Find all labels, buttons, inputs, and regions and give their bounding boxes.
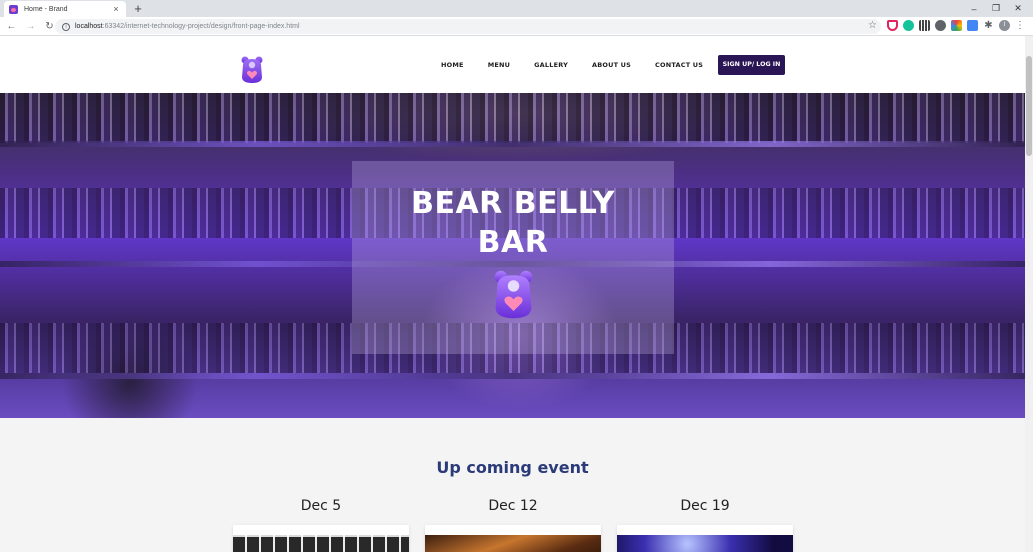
page-scrollbar[interactable]: [1025, 36, 1033, 552]
chat-extension-icon[interactable]: [967, 20, 978, 31]
bars-extension-icon[interactable]: [919, 20, 930, 31]
bear-logo-icon[interactable]: [240, 55, 264, 84]
url-host: localhost: [75, 23, 103, 30]
event-date: Dec 5: [300, 498, 342, 514]
browser-menu-icon[interactable]: ⋮: [1015, 20, 1025, 31]
hero-shelf: [0, 373, 1025, 379]
back-arrow-icon[interactable]: ←: [4, 21, 19, 32]
hero-title: BEAR BELLY BAR: [352, 184, 674, 262]
events-section-title: Up coming event: [436, 458, 589, 477]
nav-contact-us[interactable]: CONTACT US: [655, 61, 703, 69]
address-bar[interactable]: i localhost :63342/internet-technology-p…: [55, 19, 881, 34]
site-header: HOME MENU GALLERY ABOUT US CONTACT US SI…: [0, 36, 1025, 93]
event-card[interactable]: [233, 525, 409, 552]
event-date: Dec 19: [680, 498, 730, 514]
bear-logo-icon: [494, 270, 533, 319]
url-path: :63342/internet-technology-project/desig…: [102, 23, 300, 30]
tab-title: Home - Brand: [24, 5, 68, 13]
hero-shelf-bottles-top: [0, 93, 1025, 143]
new-tab-button[interactable]: +: [131, 1, 145, 16]
hero-banner: BEAR BELLY BAR: [0, 93, 1025, 418]
hero-title-line-1: BEAR BELLY: [411, 186, 615, 221]
scrollbar-thumb[interactable]: [1026, 56, 1032, 156]
event-date: Dec 12: [488, 498, 538, 514]
circle-extension-icon[interactable]: [935, 20, 946, 31]
event-image: [233, 535, 409, 552]
color-extension-icon[interactable]: [951, 20, 962, 31]
browser-tab[interactable]: Home - Brand ×: [4, 1, 126, 17]
window-controls: – ❐ ✕: [963, 0, 1029, 17]
page-viewport: HOME MENU GALLERY ABOUT US CONTACT US SI…: [0, 36, 1025, 552]
shield-extension-icon[interactable]: [887, 20, 898, 31]
nav-home[interactable]: HOME: [441, 61, 464, 69]
minimize-button[interactable]: –: [963, 4, 985, 14]
puzzle-extensions-icon[interactable]: ✱: [983, 20, 994, 31]
browser-tabstrip: Home - Brand × + – ❐ ✕: [0, 0, 1033, 17]
event-image: [425, 535, 601, 552]
profile-avatar[interactable]: I: [999, 20, 1010, 31]
site-info-icon[interactable]: i: [62, 22, 70, 31]
event-card[interactable]: [617, 525, 793, 552]
hero-shelf: [0, 141, 1025, 147]
bookmark-star-icon[interactable]: ☆: [868, 20, 877, 31]
grammarly-extension-icon[interactable]: [903, 20, 914, 31]
nav-gallery[interactable]: GALLERY: [534, 61, 568, 69]
forward-arrow-icon[interactable]: →: [23, 21, 38, 32]
browser-toolbar: ← → ↻ i localhost :63342/internet-techno…: [0, 17, 1033, 36]
bear-favicon-icon: [9, 4, 18, 14]
event-image: [617, 535, 793, 552]
signup-login-button[interactable]: SIGN UP/ LOG IN: [718, 55, 785, 75]
close-window-button[interactable]: ✕: [1007, 3, 1029, 14]
hero-title-line-2: BAR: [477, 225, 549, 260]
nav-menu[interactable]: MENU: [488, 61, 510, 69]
close-tab-icon[interactable]: ×: [111, 4, 121, 14]
restore-button[interactable]: ❐: [985, 3, 1007, 14]
event-card[interactable]: [425, 525, 601, 552]
main-nav: HOME MENU GALLERY ABOUT US CONTACT US: [441, 36, 727, 93]
extensions-bar: ✱ I ⋮: [887, 20, 1025, 31]
nav-about-us[interactable]: ABOUT US: [592, 61, 631, 69]
hero-title-panel: BEAR BELLY BAR: [352, 161, 674, 354]
